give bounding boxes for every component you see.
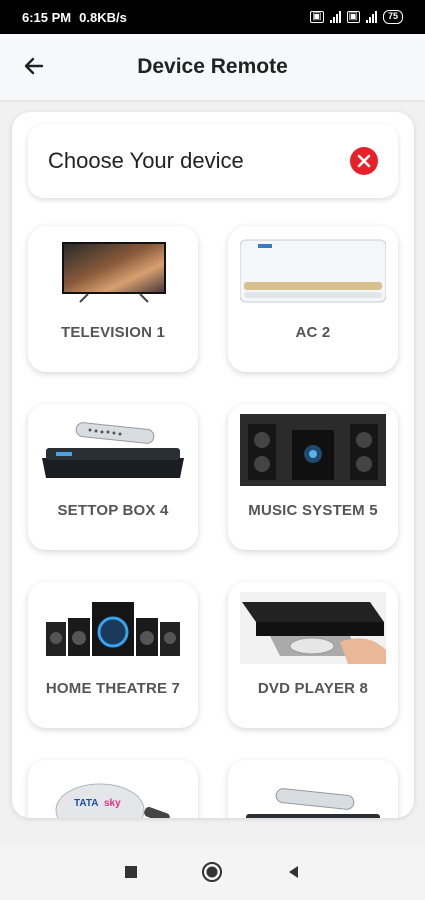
volte-icon: ▣ <box>310 11 324 23</box>
status-time: 6:15 PM <box>22 9 72 25</box>
dish-tv-image: TATA sky <box>40 770 186 818</box>
device-card-dish-tv[interactable]: TATA sky <box>28 760 198 818</box>
device-label: TELEVISION 1 <box>60 324 166 341</box>
device-label: HOME THEATRE 7 <box>45 680 181 697</box>
settop-box-image <box>240 770 386 818</box>
device-label: AC 2 <box>295 324 331 341</box>
search-placeholder: Choose Your device <box>48 148 244 173</box>
device-list-container: Choose Your device TELEVISION 1 AC 2 SET… <box>12 112 414 818</box>
home-theatre-image <box>40 592 186 664</box>
svg-text:sky: sky <box>104 798 121 809</box>
app-bar: Device Remote <box>0 34 425 100</box>
device-label: DVD PLAYER 8 <box>257 680 369 697</box>
dvd-player-image <box>240 592 386 664</box>
battery-icon: 75 <box>382 10 403 24</box>
device-card-music-system[interactable]: MUSIC SYSTEM 5 <box>228 404 398 550</box>
svg-text:TATA: TATA <box>74 798 98 809</box>
device-search-field[interactable]: Choose Your device <box>28 124 398 198</box>
volte-icon-2: ▣ <box>346 11 360 23</box>
signal-icon-2 <box>365 11 377 23</box>
circle-icon[interactable] <box>200 860 224 884</box>
music-system-image <box>240 414 386 486</box>
signal-icon <box>329 11 341 23</box>
device-card-ac[interactable]: AC 2 <box>228 226 398 372</box>
square-icon[interactable] <box>119 860 143 884</box>
device-card-home-theatre[interactable]: HOME THEATRE 7 <box>28 582 198 728</box>
back-arrow-icon[interactable] <box>22 54 46 78</box>
triangle-back-icon[interactable] <box>282 860 306 884</box>
device-card-television[interactable]: TELEVISION 1 <box>28 226 198 372</box>
device-card-settop-box[interactable]: SETTOP BOX 4 <box>28 404 198 550</box>
device-label: MUSIC SYSTEM 5 <box>248 502 378 519</box>
settop-box-image <box>40 414 186 486</box>
air-conditioner-image <box>239 236 387 308</box>
device-label: SETTOP BOX 4 <box>57 502 169 519</box>
system-nav-bar <box>0 844 425 900</box>
television-image <box>40 236 186 308</box>
network-speed: 0.8KB/s <box>79 9 127 25</box>
device-card-dvd-player[interactable]: DVD PLAYER 8 <box>228 582 398 728</box>
device-card-settop-box-2[interactable] <box>228 760 398 818</box>
page-title: Device Remote <box>137 55 288 78</box>
status-bar: 6:15 PM 0.8KB/s ▣ ▣ 75 <box>0 0 425 34</box>
clear-icon[interactable] <box>350 147 378 175</box>
